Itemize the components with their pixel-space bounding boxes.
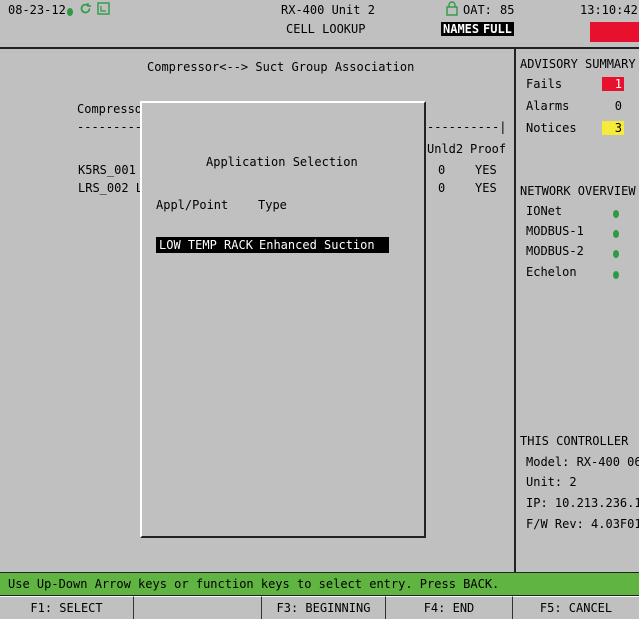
fails-count-badge[interactable]: 1 xyxy=(602,77,624,91)
dialog-title: Application Selection xyxy=(206,155,358,169)
header-title: RX-400 Unit 2 xyxy=(281,3,375,17)
alarms-count-badge[interactable]: 0 xyxy=(602,99,624,113)
header-subtitle: CELL LOOKUP xyxy=(286,22,366,36)
status-message: Use Up-Down Arrow keys or function keys … xyxy=(8,577,500,591)
full-button[interactable]: FULL xyxy=(481,22,514,36)
advisory-summary-title: ADVISORY SUMMARY xyxy=(520,57,636,71)
names-button[interactable]: NAMES xyxy=(441,22,482,36)
network-status-icon xyxy=(613,207,619,221)
alarm-indicator[interactable] xyxy=(590,22,639,42)
network-status-icon xyxy=(613,247,619,261)
network-icon[interactable] xyxy=(97,2,110,18)
status-bar: Use Up-Down Arrow keys or function keys … xyxy=(0,572,639,596)
status-dot-icon xyxy=(67,5,73,19)
f5-cancel-button[interactable]: F5: CANCEL xyxy=(513,596,639,619)
table-row-unld2: 0 xyxy=(438,181,446,195)
controller-unit: Unit: 2 xyxy=(526,475,577,489)
table-row-proof: YES xyxy=(475,163,497,177)
application-selection-dialog: Application Selection Appl/Point Type LO… xyxy=(140,101,426,538)
selected-type[interactable]: Enhanced Suction xyxy=(256,237,389,253)
section-title: Compressor<--> Suct Group Association xyxy=(147,60,415,74)
f3-beginning-button[interactable]: F3: BEGINNING xyxy=(262,596,386,619)
network-status-icon xyxy=(613,227,619,241)
network-status-icon xyxy=(613,268,619,282)
date-text: 08-23-12 xyxy=(8,3,66,17)
col-proof: Proof xyxy=(470,142,507,156)
col-compressor: Compressor xyxy=(77,102,150,116)
sidebar-divider xyxy=(514,49,516,572)
alarms-label[interactable]: Alarms xyxy=(526,99,569,113)
controller-fw: F/W Rev: 4.03F01 xyxy=(526,517,639,531)
f1-select-button[interactable]: F1: SELECT xyxy=(0,596,134,619)
dash-rule-left: ---------- xyxy=(77,120,150,134)
function-key-bar: F1: SELECT F3: BEGINNING F4: END F5: CAN… xyxy=(0,596,639,619)
controller-ip: IP: 10.213.236.12 xyxy=(526,496,639,510)
network-item-label[interactable]: MODBUS-2 xyxy=(526,244,584,258)
selected-point[interactable]: LOW TEMP RACK xyxy=(156,237,256,253)
col-type: Type xyxy=(258,198,287,212)
network-item-label[interactable]: MODBUS-1 xyxy=(526,224,584,238)
oat-value: 85 xyxy=(500,3,515,17)
fails-label[interactable]: Fails xyxy=(526,77,562,91)
controller-screen: 08-23-12 RX-400 Unit 2 CELL LOOKUP OAT: … xyxy=(0,0,639,619)
selected-list-item[interactable]: LOW TEMP RACK Enhanced Suction xyxy=(156,237,406,256)
table-row-proof: YES xyxy=(475,181,497,195)
refresh-icon[interactable] xyxy=(79,2,92,18)
lock-icon xyxy=(446,1,458,19)
clock-time: 13:10:42 xyxy=(580,3,638,17)
col-unld2: Unld2 xyxy=(427,142,464,156)
f2-blank-button[interactable] xyxy=(134,596,262,619)
network-item-label[interactable]: IONet xyxy=(526,204,562,218)
table-row-unld2: 0 xyxy=(438,163,446,177)
network-overview-title: NETWORK OVERVIEW xyxy=(520,184,636,198)
dash-rule-right: ----------| xyxy=(427,120,507,134)
f4-end-button[interactable]: F4: END xyxy=(386,596,513,619)
notices-label[interactable]: Notices xyxy=(526,121,577,135)
header-bar: 08-23-12 RX-400 Unit 2 CELL LOOKUP OAT: … xyxy=(0,0,639,49)
network-item-label[interactable]: Echelon xyxy=(526,265,577,279)
controller-model: Model: RX-400 06 xyxy=(526,455,639,469)
controller-title: THIS CONTROLLER xyxy=(520,434,629,448)
col-appl-point: Appl/Point xyxy=(156,198,229,212)
oat-label: OAT: xyxy=(463,3,492,17)
table-row-name[interactable]: K5RS_001 xyxy=(78,163,136,177)
notices-count-badge[interactable]: 3 xyxy=(602,121,624,135)
